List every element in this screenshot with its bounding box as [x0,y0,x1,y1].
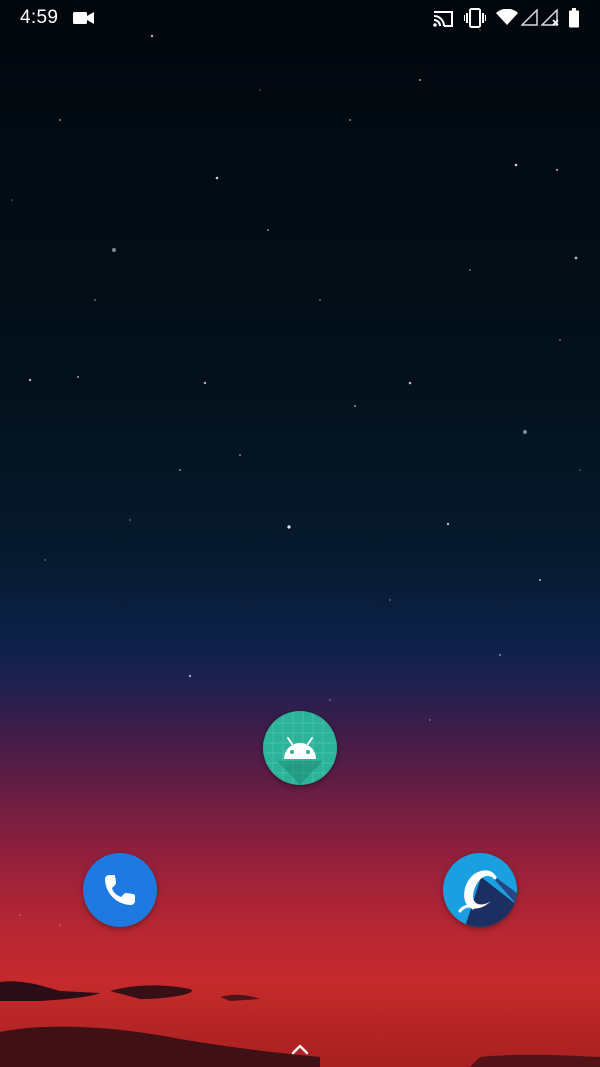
signal-no-data-icon [541,9,559,26]
status-bar: 4:59 [0,0,600,38]
cursive-c-app[interactable] [443,853,517,927]
phone-handset-icon [105,875,135,905]
video-camera-icon [73,12,94,24]
home-screen: 4:59 [0,0,600,1067]
cursive-c-icon [458,870,517,927]
android-robot-icon [263,711,337,785]
phone-app[interactable] [83,853,157,927]
status-time: 4:59 [20,7,59,28]
cast-icon [433,11,453,27]
signal-icon [521,9,538,26]
vibrate-icon [464,8,486,28]
wifi-icon [496,9,518,25]
battery-icon [569,8,579,28]
chevron-up-icon[interactable] [288,1040,312,1058]
android-app[interactable] [263,711,337,785]
